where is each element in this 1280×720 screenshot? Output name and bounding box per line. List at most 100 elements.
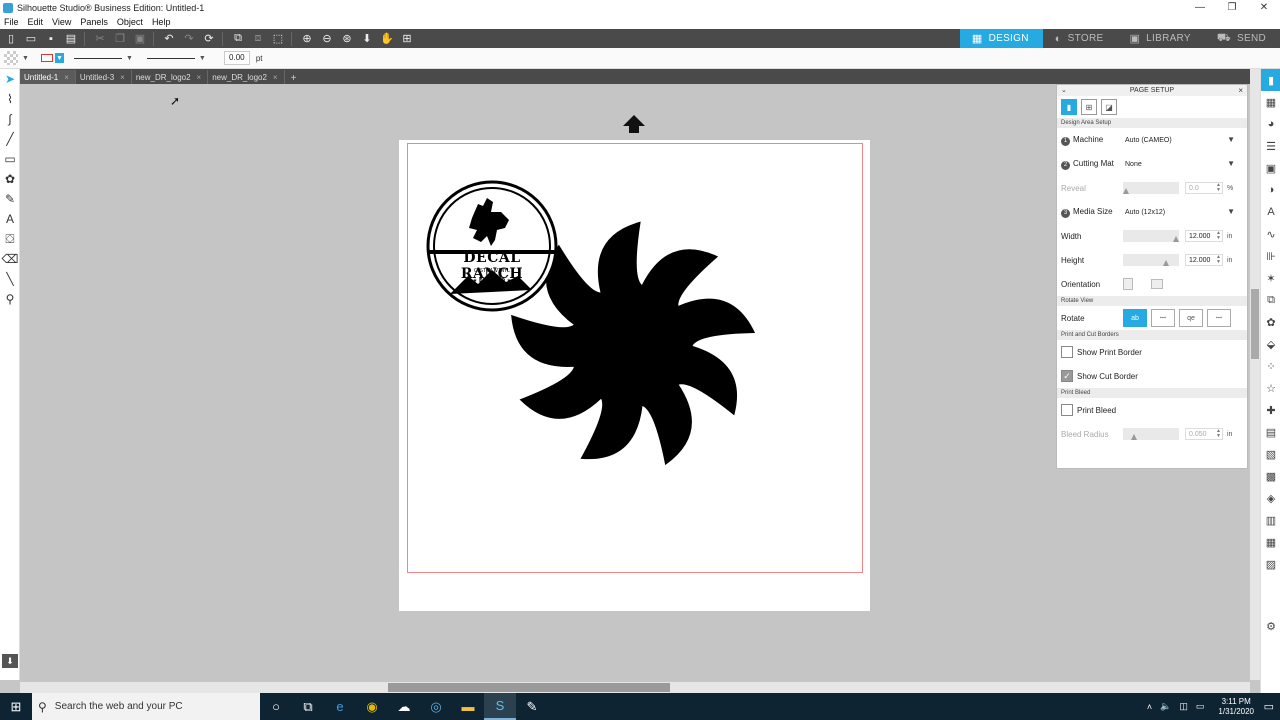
chrome-icon[interactable]: ◉ xyxy=(356,693,388,720)
show-print-border-checkbox[interactable] xyxy=(1061,346,1073,358)
align-icon[interactable]: ⊪ xyxy=(1261,245,1280,267)
line-width-input[interactable]: 0.00 xyxy=(223,51,250,65)
decal-ranch-logo[interactable] xyxy=(426,180,558,312)
pan-hand-icon[interactable]: ✋ xyxy=(378,31,396,47)
width-slider[interactable] xyxy=(1123,230,1179,242)
show-cut-border-checkbox[interactable]: ✓ xyxy=(1061,370,1073,382)
chevron-down-icon[interactable]: ⌄ xyxy=(1061,85,1067,96)
close-icon[interactable]: × xyxy=(273,73,278,82)
scroll-thumb[interactable] xyxy=(1251,289,1259,359)
reveal-slider[interactable] xyxy=(1123,182,1179,194)
curve-tool-icon[interactable]: ∫ xyxy=(0,109,20,129)
menu-help[interactable]: Help xyxy=(152,17,171,27)
horizontal-scrollbar[interactable] xyxy=(20,682,1250,693)
line-end-preview[interactable] xyxy=(146,57,195,59)
print-bleed-checkbox[interactable] xyxy=(1061,404,1073,416)
silhouette-studio-taskbar-icon[interactable]: S xyxy=(484,693,516,720)
file-explorer-icon[interactable]: ▬ xyxy=(452,693,484,720)
grid-tab-icon[interactable]: ⊞ xyxy=(1081,99,1097,115)
pix-scan-icon[interactable]: ▦ xyxy=(1261,91,1280,113)
undo-icon[interactable]: ↶ xyxy=(160,31,178,47)
scroll-thumb[interactable] xyxy=(388,683,670,692)
paint-bucket-icon[interactable]: ⛋ xyxy=(0,229,20,249)
volume-icon[interactable]: 🔈 xyxy=(1160,701,1171,712)
cutting-page[interactable]: DECAL RANCH CUSTOM VINYL ★ EST 2019 ★ xyxy=(399,140,870,611)
redo-icon[interactable]: ↷ xyxy=(180,31,198,47)
zoom-in-icon[interactable]: ⊕ xyxy=(298,31,316,47)
text-style-icon[interactable]: A xyxy=(1261,201,1280,223)
tab-store[interactable]: ◐ STORE xyxy=(1043,29,1118,48)
edit-points-icon[interactable]: ⌇ xyxy=(0,89,20,109)
hatch-icon[interactable]: ▧ xyxy=(1261,443,1280,465)
replicate-icon[interactable]: ⧉ xyxy=(1261,289,1280,311)
pattern-icon[interactable]: ▨ xyxy=(1261,553,1280,575)
polygon-tool-icon[interactable]: ✿ xyxy=(0,169,20,189)
transparency-icon[interactable]: ◑ xyxy=(1261,179,1280,201)
eyedropper-icon[interactable]: ⚲ xyxy=(0,289,20,309)
rotate-270-icon[interactable]: ꟷ xyxy=(1207,309,1231,327)
task-view-icon[interactable]: ⧉ xyxy=(292,693,324,720)
background-tab-icon[interactable]: ◪ xyxy=(1101,99,1117,115)
close-icon[interactable]: × xyxy=(64,73,69,82)
modify-icon[interactable]: ✿ xyxy=(1261,311,1280,333)
height-slider[interactable] xyxy=(1123,254,1179,266)
line-style-icon[interactable]: ☰ xyxy=(1261,135,1280,157)
landscape-icon[interactable] xyxy=(1151,279,1163,289)
network-icon[interactable]: ◫ xyxy=(1179,701,1188,712)
puzzle-icon[interactable]: ✚ xyxy=(1261,399,1280,421)
close-icon[interactable]: × xyxy=(197,73,202,82)
media-size-select[interactable]: Auto (12x12) ▼ xyxy=(1123,204,1243,220)
image-effects-icon[interactable]: ▣ xyxy=(1261,157,1280,179)
edge-browser-icon[interactable]: e xyxy=(324,693,356,720)
rhinestone-icon[interactable]: ▩ xyxy=(1261,465,1280,487)
cut-icon[interactable]: ✂ xyxy=(91,31,109,47)
rectangle-tool-icon[interactable]: ▭ xyxy=(0,149,20,169)
move-down-icon[interactable]: ⬇ xyxy=(358,31,376,47)
menu-view[interactable]: View xyxy=(52,17,71,27)
chevron-down-icon[interactable]: ▼ xyxy=(199,55,206,62)
select-arrow-icon[interactable]: ➤ xyxy=(0,69,20,89)
doc-tab[interactable]: Untitled-1 × xyxy=(20,70,76,84)
new-document-icon[interactable]: ▯ xyxy=(2,31,20,47)
app-icon[interactable]: ✎ xyxy=(516,693,548,720)
bleed-radius-input[interactable]: 0.050 ▲ ▼ xyxy=(1185,428,1223,440)
chevron-down-icon[interactable]: ▼ xyxy=(54,53,64,63)
notification-icon[interactable]: ▭ xyxy=(1264,700,1274,713)
width-input[interactable]: 12.000 ▲ ▼ xyxy=(1185,230,1223,242)
open-folder-icon[interactable]: ▭ xyxy=(22,31,40,47)
minimize-button[interactable]: — xyxy=(1184,0,1216,15)
taskbar-clock[interactable]: 3:11 PM 1/31/2020 xyxy=(1218,697,1254,717)
offset-icon[interactable]: ⬙ xyxy=(1261,333,1280,355)
redraw-icon[interactable]: ⟳ xyxy=(200,31,218,47)
save-icon[interactable]: ▪ xyxy=(42,31,60,47)
chevron-up-icon[interactable]: ˄ xyxy=(1147,702,1152,712)
app-icon[interactable]: ◎ xyxy=(420,693,452,720)
tab-send[interactable]: ⛟ SEND xyxy=(1205,29,1280,48)
transform-icon[interactable]: ✶ xyxy=(1261,267,1280,289)
cutting-mat-select[interactable]: None ▼ xyxy=(1123,156,1243,172)
menu-file[interactable]: File xyxy=(4,17,19,27)
star-icon[interactable]: ☆ xyxy=(1261,377,1280,399)
reveal-input[interactable]: 0.0 ▲ ▼ xyxy=(1185,182,1223,194)
rotate-0-icon[interactable]: ab xyxy=(1123,309,1147,327)
taskbar-search[interactable]: ⚲ Search the web and your PC xyxy=(32,693,260,720)
windows-start-icon[interactable]: ⊞ xyxy=(0,693,32,720)
paste-icon[interactable]: ▣ xyxy=(131,31,149,47)
rotate-180-icon[interactable]: qe xyxy=(1179,309,1203,327)
group-icon[interactable]: ⧉ xyxy=(229,31,247,47)
knife-tool-icon[interactable]: ╲ xyxy=(0,269,20,289)
download-icon[interactable]: ⬇ xyxy=(2,654,18,668)
layers-icon[interactable]: ▤ xyxy=(1261,421,1280,443)
trace-icon[interactable]: ⁘ xyxy=(1261,355,1280,377)
ungroup-icon[interactable]: ⧈ xyxy=(249,31,267,47)
sketch-icon[interactable]: ∿ xyxy=(1261,223,1280,245)
menu-edit[interactable]: Edit xyxy=(28,17,44,27)
doc-tab[interactable]: new_DR_logo2 × xyxy=(132,70,209,84)
vertical-scrollbar[interactable] xyxy=(1250,69,1260,680)
zoom-select-icon[interactable]: ⊛ xyxy=(338,31,356,47)
warp-icon[interactable]: ▥ xyxy=(1261,509,1280,531)
bleed-radius-slider[interactable] xyxy=(1123,428,1179,440)
close-button[interactable]: ✕ xyxy=(1248,0,1280,15)
language-icon[interactable]: ▭ xyxy=(1196,701,1205,712)
rotate-90-icon[interactable]: ꟷ xyxy=(1151,309,1175,327)
